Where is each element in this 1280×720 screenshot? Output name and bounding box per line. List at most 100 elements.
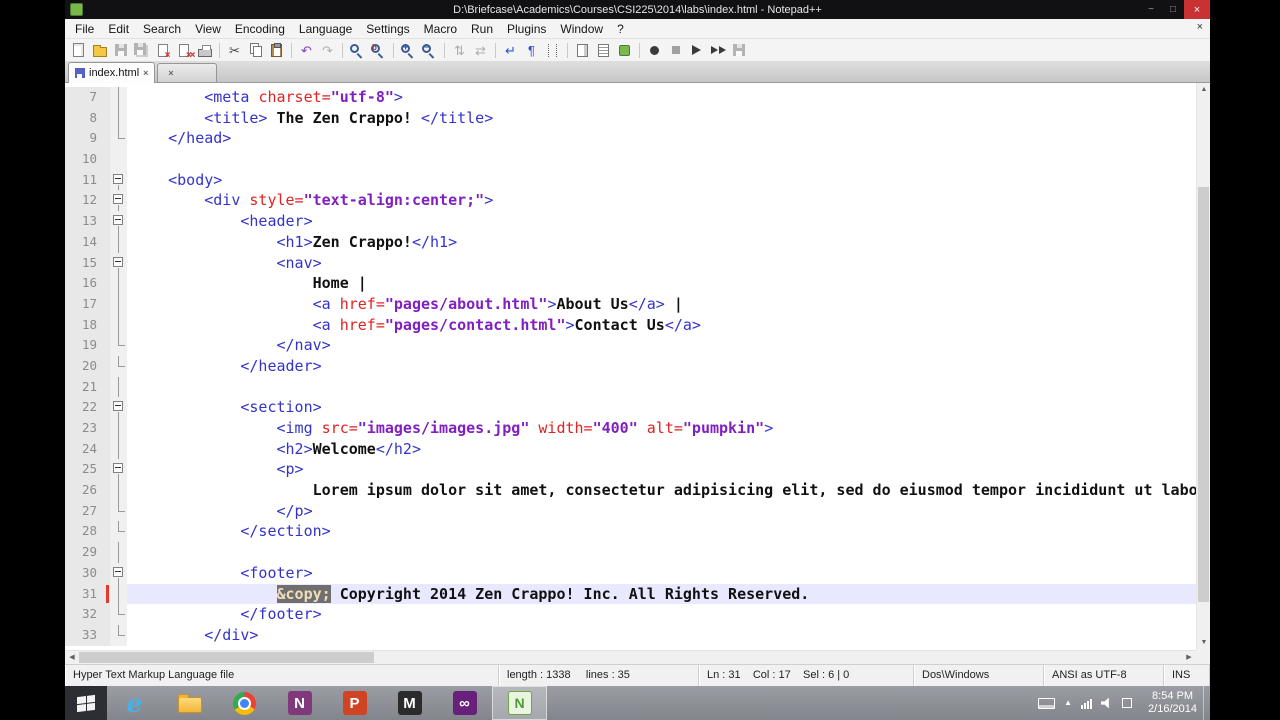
tab-index.html[interactable]: index.html ×: [68, 62, 156, 83]
code-line[interactable]: 18 <a href="pages/contact.html">Contact …: [65, 314, 1196, 336]
line-number[interactable]: 25: [65, 459, 105, 481]
line-number[interactable]: 28: [65, 521, 105, 543]
code-text[interactable]: <h2>Welcome</h2>: [127, 439, 1196, 460]
code-line[interactable]: 28 </section>: [65, 521, 1196, 543]
code-line[interactable]: 14 <h1>Zen Crappo!</h1>: [65, 231, 1196, 253]
line-number[interactable]: 7: [65, 87, 105, 108]
fold-margin[interactable]: [110, 562, 127, 584]
line-number[interactable]: 12: [65, 190, 105, 212]
code-text[interactable]: <nav>: [127, 253, 1196, 274]
code-text[interactable]: <footer>: [127, 563, 1196, 584]
code-line[interactable]: 15 <nav>: [65, 252, 1196, 274]
m-app-icon[interactable]: M: [382, 686, 437, 720]
line-number[interactable]: 24: [65, 438, 105, 460]
code-line[interactable]: 30 <footer>: [65, 562, 1196, 584]
fold-collapse-box[interactable]: [113, 401, 123, 412]
action-center-icon[interactable]: [1122, 698, 1133, 708]
tab-close-icon[interactable]: ×: [168, 68, 173, 78]
print-icon[interactable]: [195, 41, 214, 60]
show-indent-guide-icon[interactable]: [543, 41, 562, 60]
line-number[interactable]: 10: [65, 149, 105, 170]
code-line[interactable]: 24 <h2>Welcome</h2>: [65, 438, 1196, 460]
code-text[interactable]: <section>: [127, 397, 1196, 418]
line-number[interactable]: 16: [65, 273, 105, 294]
code-text[interactable]: <img src="images/images.jpg" width="400"…: [127, 418, 1196, 439]
powerpoint-icon[interactable]: P: [327, 686, 382, 720]
code-text[interactable]: <div style="text-align:center;">: [127, 190, 1196, 211]
code-text[interactable]: </div>: [127, 625, 1196, 646]
menu-settings[interactable]: Settings: [359, 20, 416, 38]
save-all-icon[interactable]: [132, 41, 151, 60]
line-number[interactable]: 18: [65, 314, 105, 336]
macro-play-icon[interactable]: [687, 41, 706, 60]
copy-icon[interactable]: [246, 41, 265, 60]
line-number[interactable]: 30: [65, 562, 105, 584]
code-line[interactable]: 9 </head>: [65, 128, 1196, 150]
code-text[interactable]: <a href="pages/about.html">About Us</a> …: [127, 294, 1196, 315]
line-number[interactable]: 32: [65, 604, 105, 625]
fold-margin[interactable]: [110, 397, 127, 418]
code-line[interactable]: 23 <img src="images/images.jpg" width="4…: [65, 418, 1196, 439]
code-text[interactable]: [127, 542, 1196, 563]
code-text[interactable]: &copy; Copyright 2014 Zen Crappo! Inc. A…: [127, 583, 1196, 605]
vertical-scrollbar[interactable]: ▲ ▼: [1196, 83, 1210, 650]
vertical-scroll-thumb[interactable]: [1198, 187, 1209, 602]
code-line[interactable]: 17 <a href="pages/about.html">About Us</…: [65, 293, 1196, 315]
code-text[interactable]: </head>: [127, 128, 1196, 149]
code-area[interactable]: 7 <meta charset="utf-8"> 8 <title> The Ze…: [65, 83, 1196, 650]
fold-collapse-box[interactable]: [113, 463, 123, 474]
undo-icon[interactable]: ↶: [297, 41, 316, 60]
code-text[interactable]: <meta charset="utf-8">: [127, 87, 1196, 108]
close-all-icon[interactable]: [174, 41, 194, 61]
code-line[interactable]: 19 </nav>: [65, 335, 1196, 356]
menu-view[interactable]: View: [188, 20, 228, 38]
line-number[interactable]: 8: [65, 107, 105, 129]
menu-edit[interactable]: Edit: [101, 20, 136, 38]
line-number[interactable]: 22: [65, 397, 105, 418]
close-button[interactable]: ×: [1184, 0, 1210, 19]
line-number[interactable]: 14: [65, 231, 105, 253]
sync-horizontal-scrolling-icon[interactable]: ⇄: [471, 41, 490, 60]
word-wrap-icon[interactable]: ↵: [501, 41, 520, 60]
line-number[interactable]: 33: [65, 624, 105, 646]
show-hidden-icons-chevron[interactable]: ▲: [1064, 699, 1072, 707]
find-icon[interactable]: [348, 41, 367, 60]
code-text[interactable]: </section>: [127, 521, 1196, 542]
code-line[interactable]: 13 <header>: [65, 211, 1196, 232]
code-line[interactable]: 7 <meta charset="utf-8">: [65, 87, 1196, 108]
menu-macro[interactable]: Macro: [417, 20, 464, 38]
code-line[interactable]: 8 <title> The Zen Crappo! </title>: [65, 107, 1196, 129]
sync-vertical-scrolling-icon[interactable]: ⇅: [450, 41, 469, 60]
save-file-icon[interactable]: [111, 41, 130, 60]
zoom-in-icon[interactable]: [399, 41, 418, 60]
line-number[interactable]: 23: [65, 418, 105, 439]
menu-language[interactable]: Language: [292, 20, 359, 38]
line-number[interactable]: 26: [65, 480, 105, 501]
code-text[interactable]: <header>: [127, 211, 1196, 232]
menu-run[interactable]: Run: [464, 20, 500, 38]
code-line[interactable]: 11 <body>: [65, 169, 1196, 191]
line-number[interactable]: 11: [65, 169, 105, 191]
line-number[interactable]: 19: [65, 335, 105, 356]
start-button[interactable]: [65, 686, 107, 720]
code-text[interactable]: [127, 377, 1196, 398]
macro-save-icon[interactable]: [729, 41, 748, 60]
status-eol-format[interactable]: Dos\Windows: [914, 665, 1044, 686]
line-number[interactable]: 29: [65, 542, 105, 563]
code-text[interactable]: <h1>Zen Crappo!</h1>: [127, 232, 1196, 253]
macro-run-multiple-icon[interactable]: [708, 41, 727, 60]
redo-icon[interactable]: ↷: [318, 41, 337, 60]
fold-collapse-box[interactable]: [113, 173, 123, 184]
macro-record-icon[interactable]: [645, 41, 664, 60]
horizontal-scroll-thumb[interactable]: [79, 652, 374, 663]
fold-collapse-box[interactable]: [113, 566, 123, 577]
fold-margin[interactable]: [110, 169, 127, 191]
code-line[interactable]: 12 <div style="text-align:center;">: [65, 190, 1196, 212]
status-insert-mode[interactable]: INS: [1164, 665, 1210, 686]
file-explorer-icon[interactable]: [162, 686, 217, 720]
new-file-icon[interactable]: [69, 41, 88, 60]
code-text[interactable]: Lorem ipsum dolor sit amet, consectetur …: [127, 480, 1196, 501]
network-icon[interactable]: [1081, 698, 1093, 709]
open-file-icon[interactable]: [90, 41, 109, 60]
scroll-up-arrow-icon[interactable]: ▲: [1197, 83, 1210, 97]
